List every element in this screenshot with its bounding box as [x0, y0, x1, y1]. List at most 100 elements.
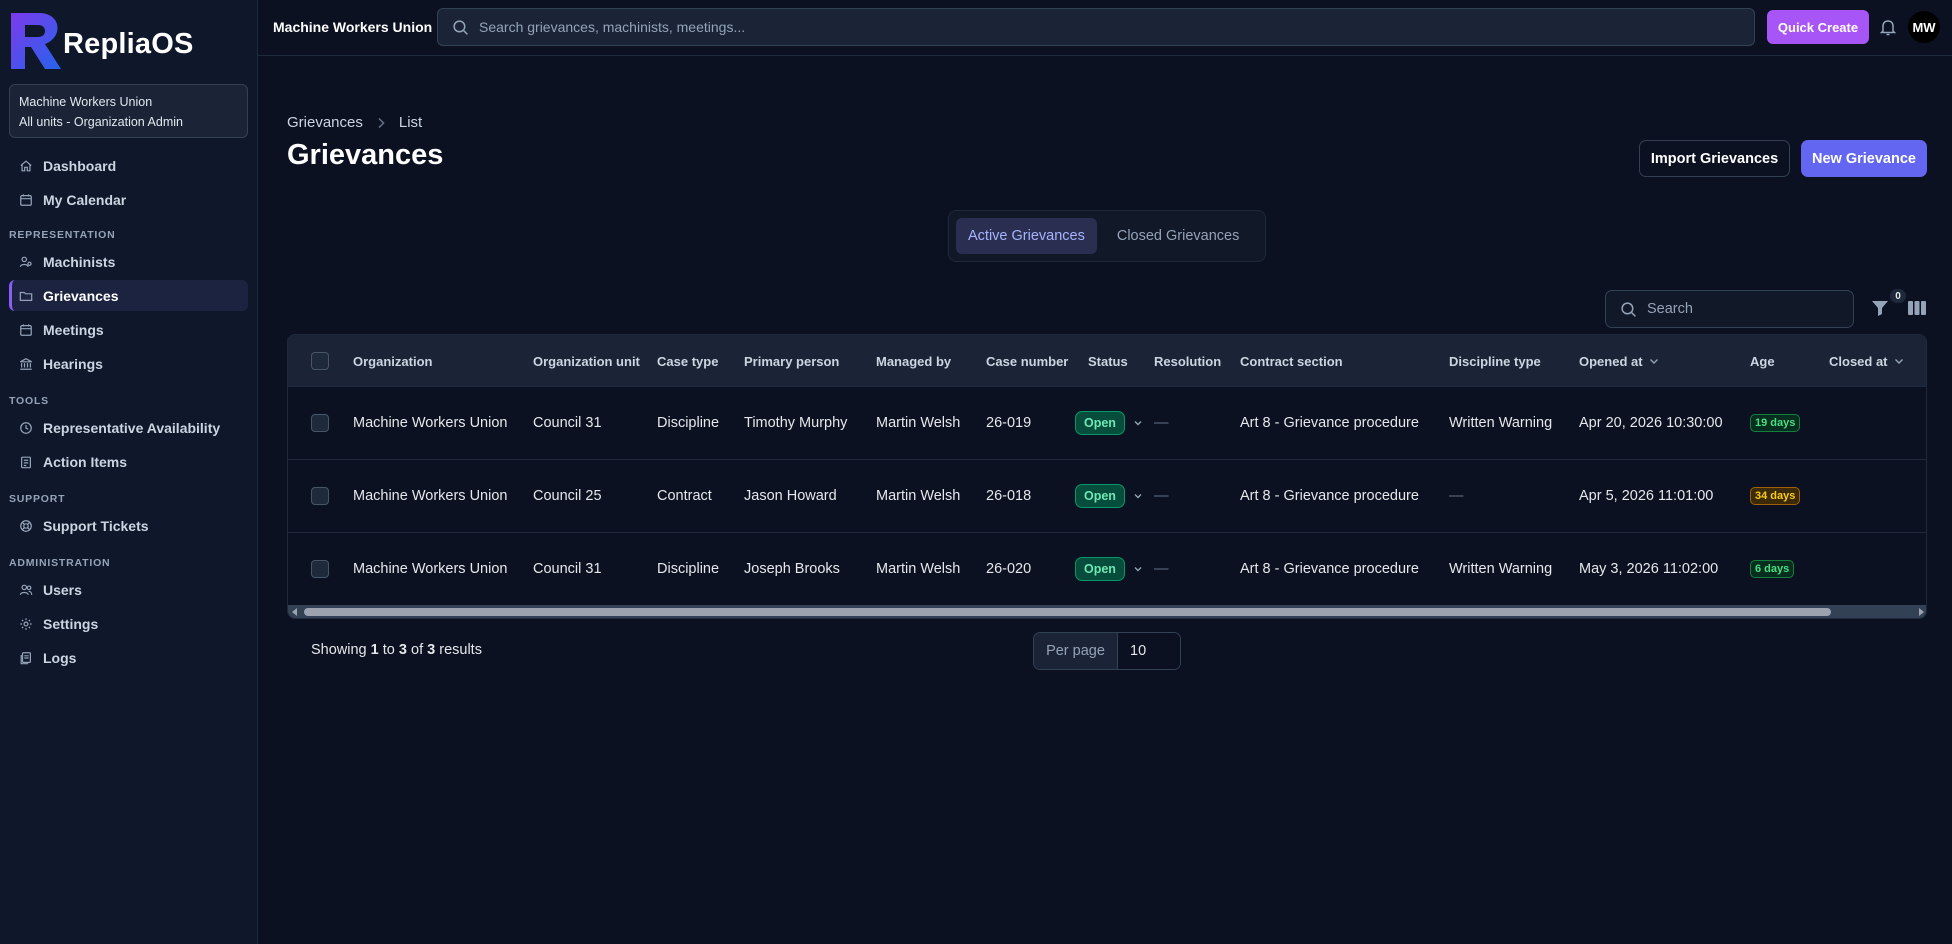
chevron-down-icon — [1649, 359, 1658, 364]
column-discipline-type[interactable]: Discipline type — [1449, 335, 1541, 387]
top-bar: Machine Workers Union Quick Create MW — [258, 0, 1952, 56]
import-grievances-button[interactable]: Import Grievances — [1639, 140, 1790, 177]
bell-icon[interactable] — [1878, 17, 1898, 37]
global-search-input[interactable] — [479, 19, 1679, 35]
breadcrumb-grievances[interactable]: Grievances — [287, 114, 363, 131]
tab-active-grievances[interactable]: Active Grievances — [956, 218, 1097, 254]
per-page-value[interactable]: 10 — [1118, 633, 1180, 669]
column-status[interactable]: Status — [1088, 335, 1128, 387]
cell-age: 6 days — [1750, 533, 1795, 605]
cell-resolution: — — [1154, 561, 1169, 577]
tab-closed-grievances[interactable]: Closed Grievances — [1105, 218, 1252, 254]
row-select-cell — [311, 387, 329, 459]
cell-status[interactable]: Open — [1075, 533, 1143, 605]
table-row[interactable]: Machine Workers Union Council 31 Discipl… — [288, 533, 1926, 606]
org-box-name: Machine Workers Union — [19, 95, 153, 109]
cell-organization: Machine Workers Union — [353, 561, 508, 577]
table-row[interactable]: Machine Workers Union Council 31 Discipl… — [288, 387, 1926, 460]
sidebar-item-representative-availability[interactable]: Representative Availability — [9, 412, 248, 443]
cell-status[interactable]: Open — [1075, 387, 1143, 459]
global-search[interactable] — [437, 8, 1755, 46]
quick-create-button[interactable]: Quick Create — [1767, 10, 1869, 44]
sidebar-item-support-tickets[interactable]: Support Tickets — [9, 510, 248, 541]
cell-managed-by: Martin Welsh — [876, 488, 961, 504]
sidebar-item-settings[interactable]: Settings — [9, 608, 248, 639]
column-contract-section[interactable]: Contract section — [1240, 335, 1343, 387]
sidebar-item-meetings[interactable]: Meetings — [9, 314, 248, 345]
showing-total: 3 — [427, 642, 436, 658]
breadcrumb: Grievances List — [287, 114, 422, 131]
cell-status[interactable]: Open — [1075, 460, 1143, 532]
calendar-icon — [20, 193, 32, 206]
sidebar-item-logs[interactable]: Logs — [9, 642, 248, 673]
organization-switcher[interactable]: Machine Workers Union All units - Organi… — [9, 84, 248, 138]
org-box-scope: All units - Organization Admin — [19, 115, 183, 129]
column-closed-at-label: Closed at — [1829, 353, 1888, 369]
column-opened-at-label: Opened at — [1579, 353, 1643, 369]
row-checkbox[interactable] — [311, 414, 329, 432]
top-org-name: Machine Workers Union — [273, 19, 433, 35]
home-icon — [20, 159, 32, 171]
column-organization[interactable]: Organization — [353, 335, 432, 387]
status-badge: Open — [1075, 411, 1125, 435]
horizontal-scrollbar[interactable] — [288, 605, 1926, 618]
section-support: SUPPORT — [9, 493, 66, 505]
columns-icon[interactable] — [1908, 300, 1926, 316]
table-search[interactable] — [1605, 290, 1854, 328]
sidebar-item-machinists[interactable]: Machinists — [9, 246, 248, 277]
sidebar-item-hearings[interactable]: Hearings — [9, 348, 248, 379]
sidebar-item-label: Dashboard — [43, 157, 117, 174]
cell-opened-at: May 3, 2026 11:02:00 — [1579, 561, 1719, 577]
cell-managed-by: Martin Welsh — [876, 561, 961, 577]
sidebar-item-grievances[interactable]: Grievances — [9, 280, 248, 311]
column-opened-at[interactable]: Opened at — [1579, 335, 1660, 387]
user-avatar[interactable]: MW — [1908, 11, 1940, 43]
row-checkbox[interactable] — [311, 560, 329, 578]
row-select-cell — [311, 460, 329, 532]
new-grievance-button[interactable]: New Grievance — [1801, 140, 1927, 177]
sidebar-item-label: Settings — [43, 615, 99, 632]
cell-case-number: 26-018 — [986, 488, 1032, 504]
column-organization-unit[interactable]: Organization unit — [533, 335, 640, 387]
column-resolution[interactable]: Resolution — [1154, 335, 1221, 387]
logs-icon — [20, 651, 31, 664]
column-case-type[interactable]: Case type — [657, 335, 718, 387]
cell-case-number: 26-020 — [986, 561, 1032, 577]
showing-prefix: Showing — [311, 642, 367, 658]
search-icon — [1621, 301, 1636, 317]
sidebar-item-label: Hearings — [43, 355, 103, 372]
chevron-down-icon — [1134, 494, 1142, 499]
column-primary-person[interactable]: Primary person — [744, 335, 839, 387]
sidebar-item-my-calendar[interactable]: My Calendar — [9, 184, 248, 215]
column-managed-by[interactable]: Managed by — [876, 335, 951, 387]
row-checkbox[interactable] — [311, 487, 329, 505]
select-all-checkbox[interactable] — [311, 352, 329, 370]
column-age[interactable]: Age — [1750, 335, 1775, 387]
cell-organization-unit: Council 31 — [533, 561, 602, 577]
cell-opened-at: Apr 5, 2026 11:01:00 — [1579, 488, 1714, 504]
building-columns-icon — [20, 357, 32, 370]
sidebar: RepliaOS Machine Workers Union All units… — [0, 0, 258, 944]
scrollbar-thumb[interactable] — [304, 608, 1831, 616]
page-title: Grievances — [287, 139, 444, 171]
chevron-down-icon — [1134, 567, 1142, 572]
column-closed-at[interactable]: Closed at — [1829, 335, 1905, 387]
sidebar-item-action-items[interactable]: Action Items — [9, 446, 248, 477]
cell-contract-section: Art 8 - Grievance procedure — [1240, 488, 1419, 504]
sidebar-item-users[interactable]: Users — [9, 574, 248, 605]
cell-primary-person: Joseph Brooks — [744, 561, 840, 577]
calendar-icon — [20, 323, 32, 336]
section-tools: TOOLS — [9, 395, 49, 407]
table-row[interactable]: Machine Workers Union Council 25 Contrac… — [288, 460, 1926, 533]
clipboard-list-icon — [21, 456, 31, 468]
filter-icon[interactable] — [1870, 298, 1890, 318]
column-case-number[interactable]: Case number — [986, 335, 1068, 387]
select-all-cell — [311, 335, 329, 387]
table-search-input[interactable] — [1647, 301, 1847, 317]
sidebar-item-dashboard[interactable]: Dashboard — [9, 150, 248, 181]
scroll-right-icon[interactable] — [1917, 608, 1925, 616]
app-logo[interactable]: RepliaOS — [9, 11, 194, 71]
cell-resolution: — — [1154, 415, 1169, 431]
scroll-left-icon[interactable] — [291, 608, 299, 616]
per-page-select[interactable]: Per page 10 — [1033, 632, 1181, 670]
